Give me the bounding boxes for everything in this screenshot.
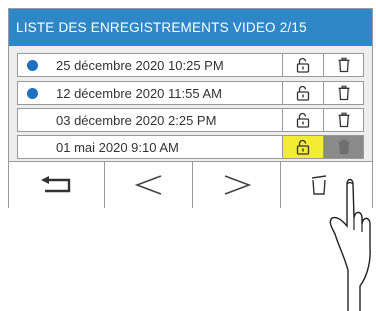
back-button[interactable] (9, 162, 105, 208)
recording-date-label: 03 décembre 2020 2:25 PM (56, 113, 217, 128)
recording-row-4[interactable]: 01 mai 2020 9:10 AM (17, 135, 364, 159)
trash-icon (338, 85, 349, 101)
lock-button[interactable] (282, 109, 323, 131)
recording-row-2[interactable]: 12 décembre 2020 11:55 AM (17, 81, 364, 105)
header-bar: LISTE DES ENREGISTREMENTS VIDEO 2/15 (9, 9, 372, 46)
recording-date-label: 25 décembre 2020 10:25 PM (56, 58, 224, 73)
unlocked-padlock-icon (296, 85, 310, 101)
page-title: LISTE DES ENREGISTREMENTS VIDEO 2/15 (16, 20, 307, 35)
chevron-left-icon (134, 175, 161, 195)
recordings-list: 25 décembre 2020 10:25 PM 12 décembre 20… (9, 46, 372, 161)
unlocked-padlock-icon (296, 139, 310, 155)
next-button[interactable] (193, 162, 281, 208)
delete-button[interactable] (323, 54, 363, 76)
recording-date-label: 12 décembre 2020 11:55 AM (56, 86, 222, 101)
trash-icon (338, 139, 349, 155)
recording-date-label: 01 mai 2020 9:10 AM (56, 140, 179, 155)
chevron-right-icon (224, 175, 251, 195)
delete-button[interactable] (323, 109, 363, 131)
new-recording-dot (27, 88, 38, 99)
recording-row-1[interactable]: 25 décembre 2020 10:25 PM (17, 53, 364, 77)
previous-button[interactable] (105, 162, 193, 208)
new-recording-dot (27, 60, 38, 71)
pointing-hand-icon (329, 178, 371, 311)
back-arrow-icon (40, 176, 70, 193)
trash-icon (338, 112, 349, 128)
lock-button[interactable] (282, 54, 323, 76)
unlocked-padlock-icon (296, 112, 310, 128)
lock-button[interactable] (282, 82, 323, 104)
recording-row-3[interactable]: 03 décembre 2020 2:25 PM (17, 108, 364, 132)
unlocked-padlock-icon (296, 57, 310, 73)
lock-button[interactable] (282, 136, 323, 158)
trash-icon (338, 57, 349, 73)
delete-button[interactable] (323, 136, 363, 158)
delete-button[interactable] (323, 82, 363, 104)
